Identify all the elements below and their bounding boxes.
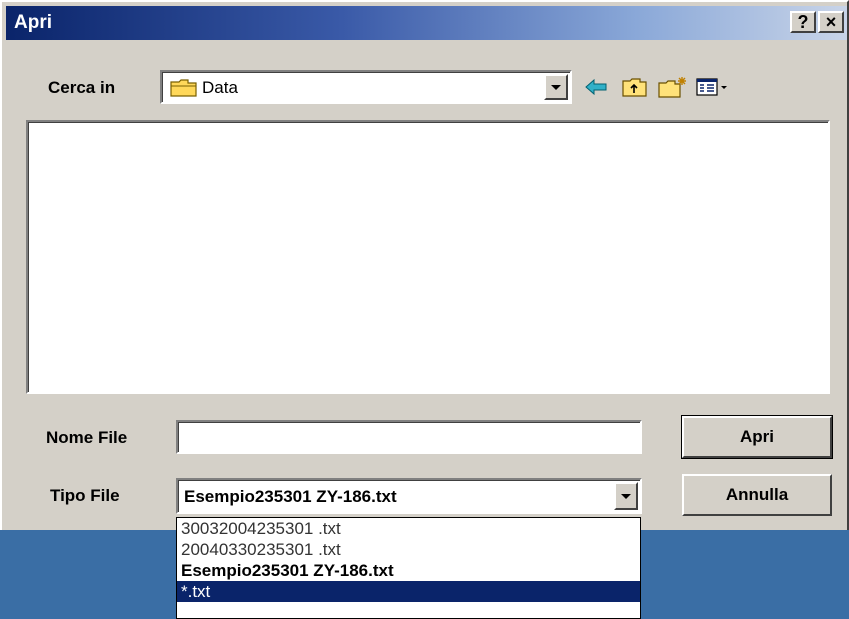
back-button[interactable] — [584, 74, 608, 100]
new-folder-button[interactable] — [658, 74, 688, 100]
title-bar[interactable]: Apri ? × — [6, 6, 847, 40]
filename-input[interactable] — [176, 420, 642, 454]
chevron-down-icon — [621, 493, 631, 499]
filetype-value: Esempio235301 ZY-186.txt — [184, 487, 397, 506]
lookin-combobox[interactable]: Data — [160, 70, 572, 104]
help-button[interactable]: ? — [790, 11, 816, 33]
cancel-button[interactable]: Annulla — [682, 474, 832, 516]
list-item[interactable]: Esempio235301 ZY-186.txt — [177, 560, 640, 581]
window-title: Apri — [14, 12, 52, 33]
up-folder-button[interactable] — [622, 74, 648, 100]
lookin-dropdown-button[interactable] — [544, 74, 568, 100]
up-folder-icon — [622, 78, 647, 97]
filetype-label: Tipo File — [50, 486, 120, 505]
close-button[interactable]: × — [818, 11, 844, 33]
list-item[interactable]: 20040330235301 .txt — [177, 539, 640, 560]
chevron-down-icon — [551, 84, 561, 90]
list-item-selected[interactable]: *.txt — [177, 581, 640, 602]
view-menu-icon — [696, 78, 727, 96]
view-menu-button[interactable] — [696, 74, 730, 100]
filetype-combobox[interactable]: Esempio235301 ZY-186.txt — [176, 478, 642, 514]
lookin-value: Data — [202, 78, 238, 97]
filetype-options-list[interactable]: 30032004235301 .txt 20040330235301 .txt … — [176, 517, 641, 619]
list-item[interactable]: 30032004235301 .txt — [177, 518, 640, 539]
filetype-dropdown-button[interactable] — [614, 482, 638, 510]
back-arrow-icon — [585, 78, 607, 96]
filename-label: Nome File — [46, 428, 128, 447]
open-button[interactable]: Apri — [681, 415, 833, 459]
folder-icon — [170, 79, 197, 97]
new-folder-icon — [658, 77, 686, 98]
file-list-pane[interactable] — [26, 120, 830, 394]
lookin-label: Cerca in — [48, 78, 116, 97]
